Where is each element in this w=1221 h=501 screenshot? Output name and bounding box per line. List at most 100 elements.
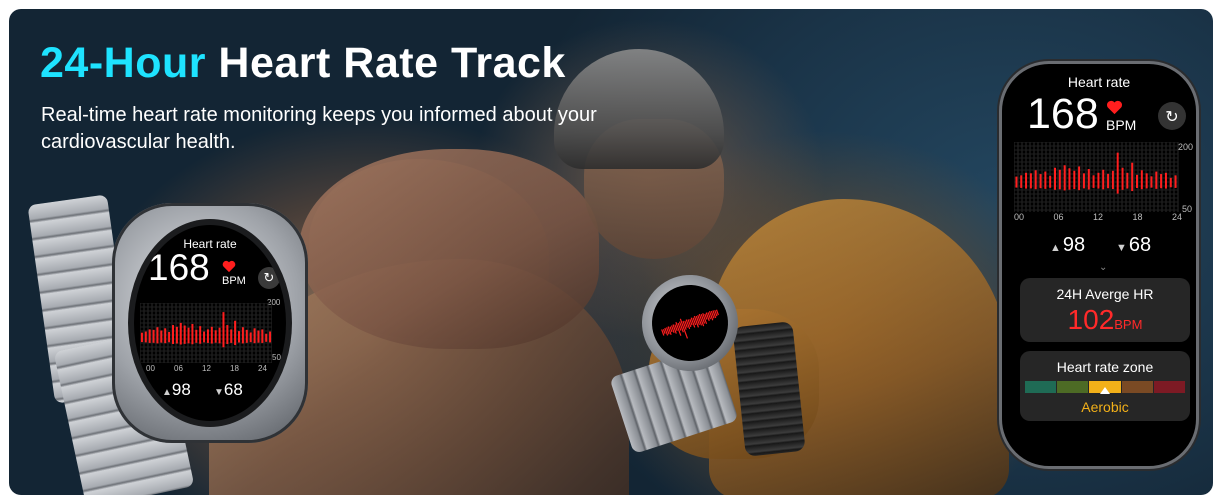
chart-bar	[160, 330, 163, 343]
chart-bar	[234, 320, 237, 346]
chart-bar	[1034, 170, 1037, 190]
panel-max-number: 68	[1128, 234, 1152, 256]
chart-bar	[1087, 169, 1090, 190]
chart-bar	[238, 331, 240, 343]
watch-screen: Heart rate 168 BPM ↻ 200 50 00 06 12 18 24 ▲…	[134, 225, 286, 421]
watch-y-min-label: 50	[272, 353, 281, 362]
chart-bar	[1097, 172, 1100, 189]
average-hr-number: 102	[1067, 304, 1115, 335]
heart-rate-zone-card[interactable]: Heart rate zone Aerobic	[1020, 351, 1190, 421]
x-tick-label: 06	[1053, 212, 1064, 222]
chart-bar	[156, 327, 159, 344]
chart-bar	[1025, 172, 1028, 189]
arrow-down-icon: ▼	[214, 387, 224, 398]
chart-bar	[1160, 174, 1163, 189]
chart-bar	[1169, 177, 1172, 188]
panel-y-max-label: 200	[1178, 142, 1194, 152]
chart-bar	[269, 331, 272, 343]
x-tick-label: 24	[258, 364, 267, 373]
watch-max-number: 68	[223, 380, 243, 399]
chart-bar	[164, 328, 167, 344]
chart-bar	[1039, 174, 1042, 189]
panel-max-value: ▼ 68	[1116, 234, 1151, 257]
chart-bar	[1063, 165, 1066, 191]
refresh-icon[interactable]: ↻	[258, 267, 280, 289]
chart-bar	[1164, 172, 1167, 189]
chart-bar	[222, 312, 225, 348]
zone-segment	[1025, 381, 1057, 393]
chart-bar	[253, 328, 256, 344]
average-hr-label: 24H Averge HR	[1056, 286, 1154, 302]
chart-bar	[1145, 173, 1148, 189]
arrow-down-icon: ▼	[1116, 242, 1127, 254]
zone-name: Aerobic	[1081, 399, 1129, 415]
chart-bar	[1020, 175, 1023, 188]
chart-bar	[168, 331, 171, 343]
panel-title: Heart rate	[1067, 74, 1131, 90]
chart-bar	[175, 326, 178, 344]
watch-chart	[140, 303, 272, 363]
chart-bar	[1029, 173, 1032, 189]
climber-hand	[299, 149, 599, 349]
chart-bar	[1015, 176, 1018, 188]
panel-chart-grid	[1014, 142, 1179, 212]
x-tick-label: 18	[1132, 212, 1143, 222]
chart-bar	[241, 327, 244, 344]
chart-bar	[1049, 175, 1052, 188]
watch-bpm-value: 168	[148, 247, 210, 288]
chart-bar	[144, 331, 147, 343]
chart-bar	[1116, 152, 1119, 194]
average-hr-card[interactable]: 24H Averge HR 102BPM	[1020, 278, 1190, 342]
chart-bar	[261, 329, 264, 343]
watch-bpm-unit: BPM	[222, 275, 246, 287]
zone-segment	[1121, 381, 1153, 393]
chart-bar	[172, 325, 174, 344]
chart-bar	[203, 331, 206, 343]
panel-chart-bars	[1015, 152, 1177, 194]
heart-icon	[1107, 100, 1122, 115]
panel-min-number: 98	[1062, 234, 1086, 256]
chart-bar	[148, 329, 151, 343]
watch-min-number: 98	[171, 380, 191, 399]
smartwatch: Heart rate 168 BPM ↻ 200 50 00 06 12 18 24 ▲…	[112, 203, 308, 443]
watch-chart-grid	[140, 303, 272, 363]
refresh-icon[interactable]: ↻	[1158, 102, 1186, 130]
chart-bar	[183, 325, 186, 344]
watch-max-value: ▼68	[214, 380, 243, 400]
average-hr-value: 102BPM	[1020, 304, 1190, 336]
title-rest: Heart Rate Track	[205, 39, 566, 87]
zone-segment	[1057, 381, 1089, 393]
average-hr-unit: BPM	[1114, 317, 1143, 332]
chart-bar	[1078, 166, 1081, 191]
chart-bar	[230, 329, 233, 343]
x-tick-label: 18	[230, 364, 239, 373]
page-title: 24-Hour Heart Rate Track	[40, 39, 566, 88]
chart-bar	[1054, 167, 1056, 190]
chart-bar	[218, 327, 221, 344]
chart-bar	[1073, 170, 1076, 190]
chart-bar	[265, 333, 268, 342]
chart-bar	[1111, 170, 1114, 190]
x-tick-label: 00	[146, 364, 155, 373]
panel-x-ticks: 00 06 12 18 24	[1014, 212, 1184, 224]
chart-bar	[1140, 170, 1143, 190]
chart-bar	[206, 329, 209, 343]
zone-marker-icon	[1100, 387, 1110, 394]
chart-bar	[1082, 173, 1085, 189]
chart-bar	[257, 330, 260, 343]
heart-icon	[222, 260, 236, 273]
panel-bpm-unit: BPM	[1106, 117, 1137, 133]
heart-rate-panel: Heart rate 168 BPM ↻ 200 50 00 06 12 18 24 ▲…	[999, 61, 1199, 469]
chevron-down-icon[interactable]: ⌄	[1099, 262, 1107, 273]
x-tick-label: 12	[1093, 212, 1104, 222]
watch-x-ticks: 00 06 12 18 24	[146, 364, 270, 374]
chart-bar	[1092, 175, 1095, 188]
chart-bar	[214, 330, 217, 343]
x-tick-label: 12	[202, 364, 211, 373]
chart-bar	[1058, 169, 1061, 190]
title-accent: 24-Hour	[40, 39, 206, 87]
chart-bar	[249, 332, 252, 343]
chart-bar	[1126, 172, 1129, 189]
chart-bar	[1107, 173, 1110, 189]
chart-bar	[1155, 171, 1158, 189]
